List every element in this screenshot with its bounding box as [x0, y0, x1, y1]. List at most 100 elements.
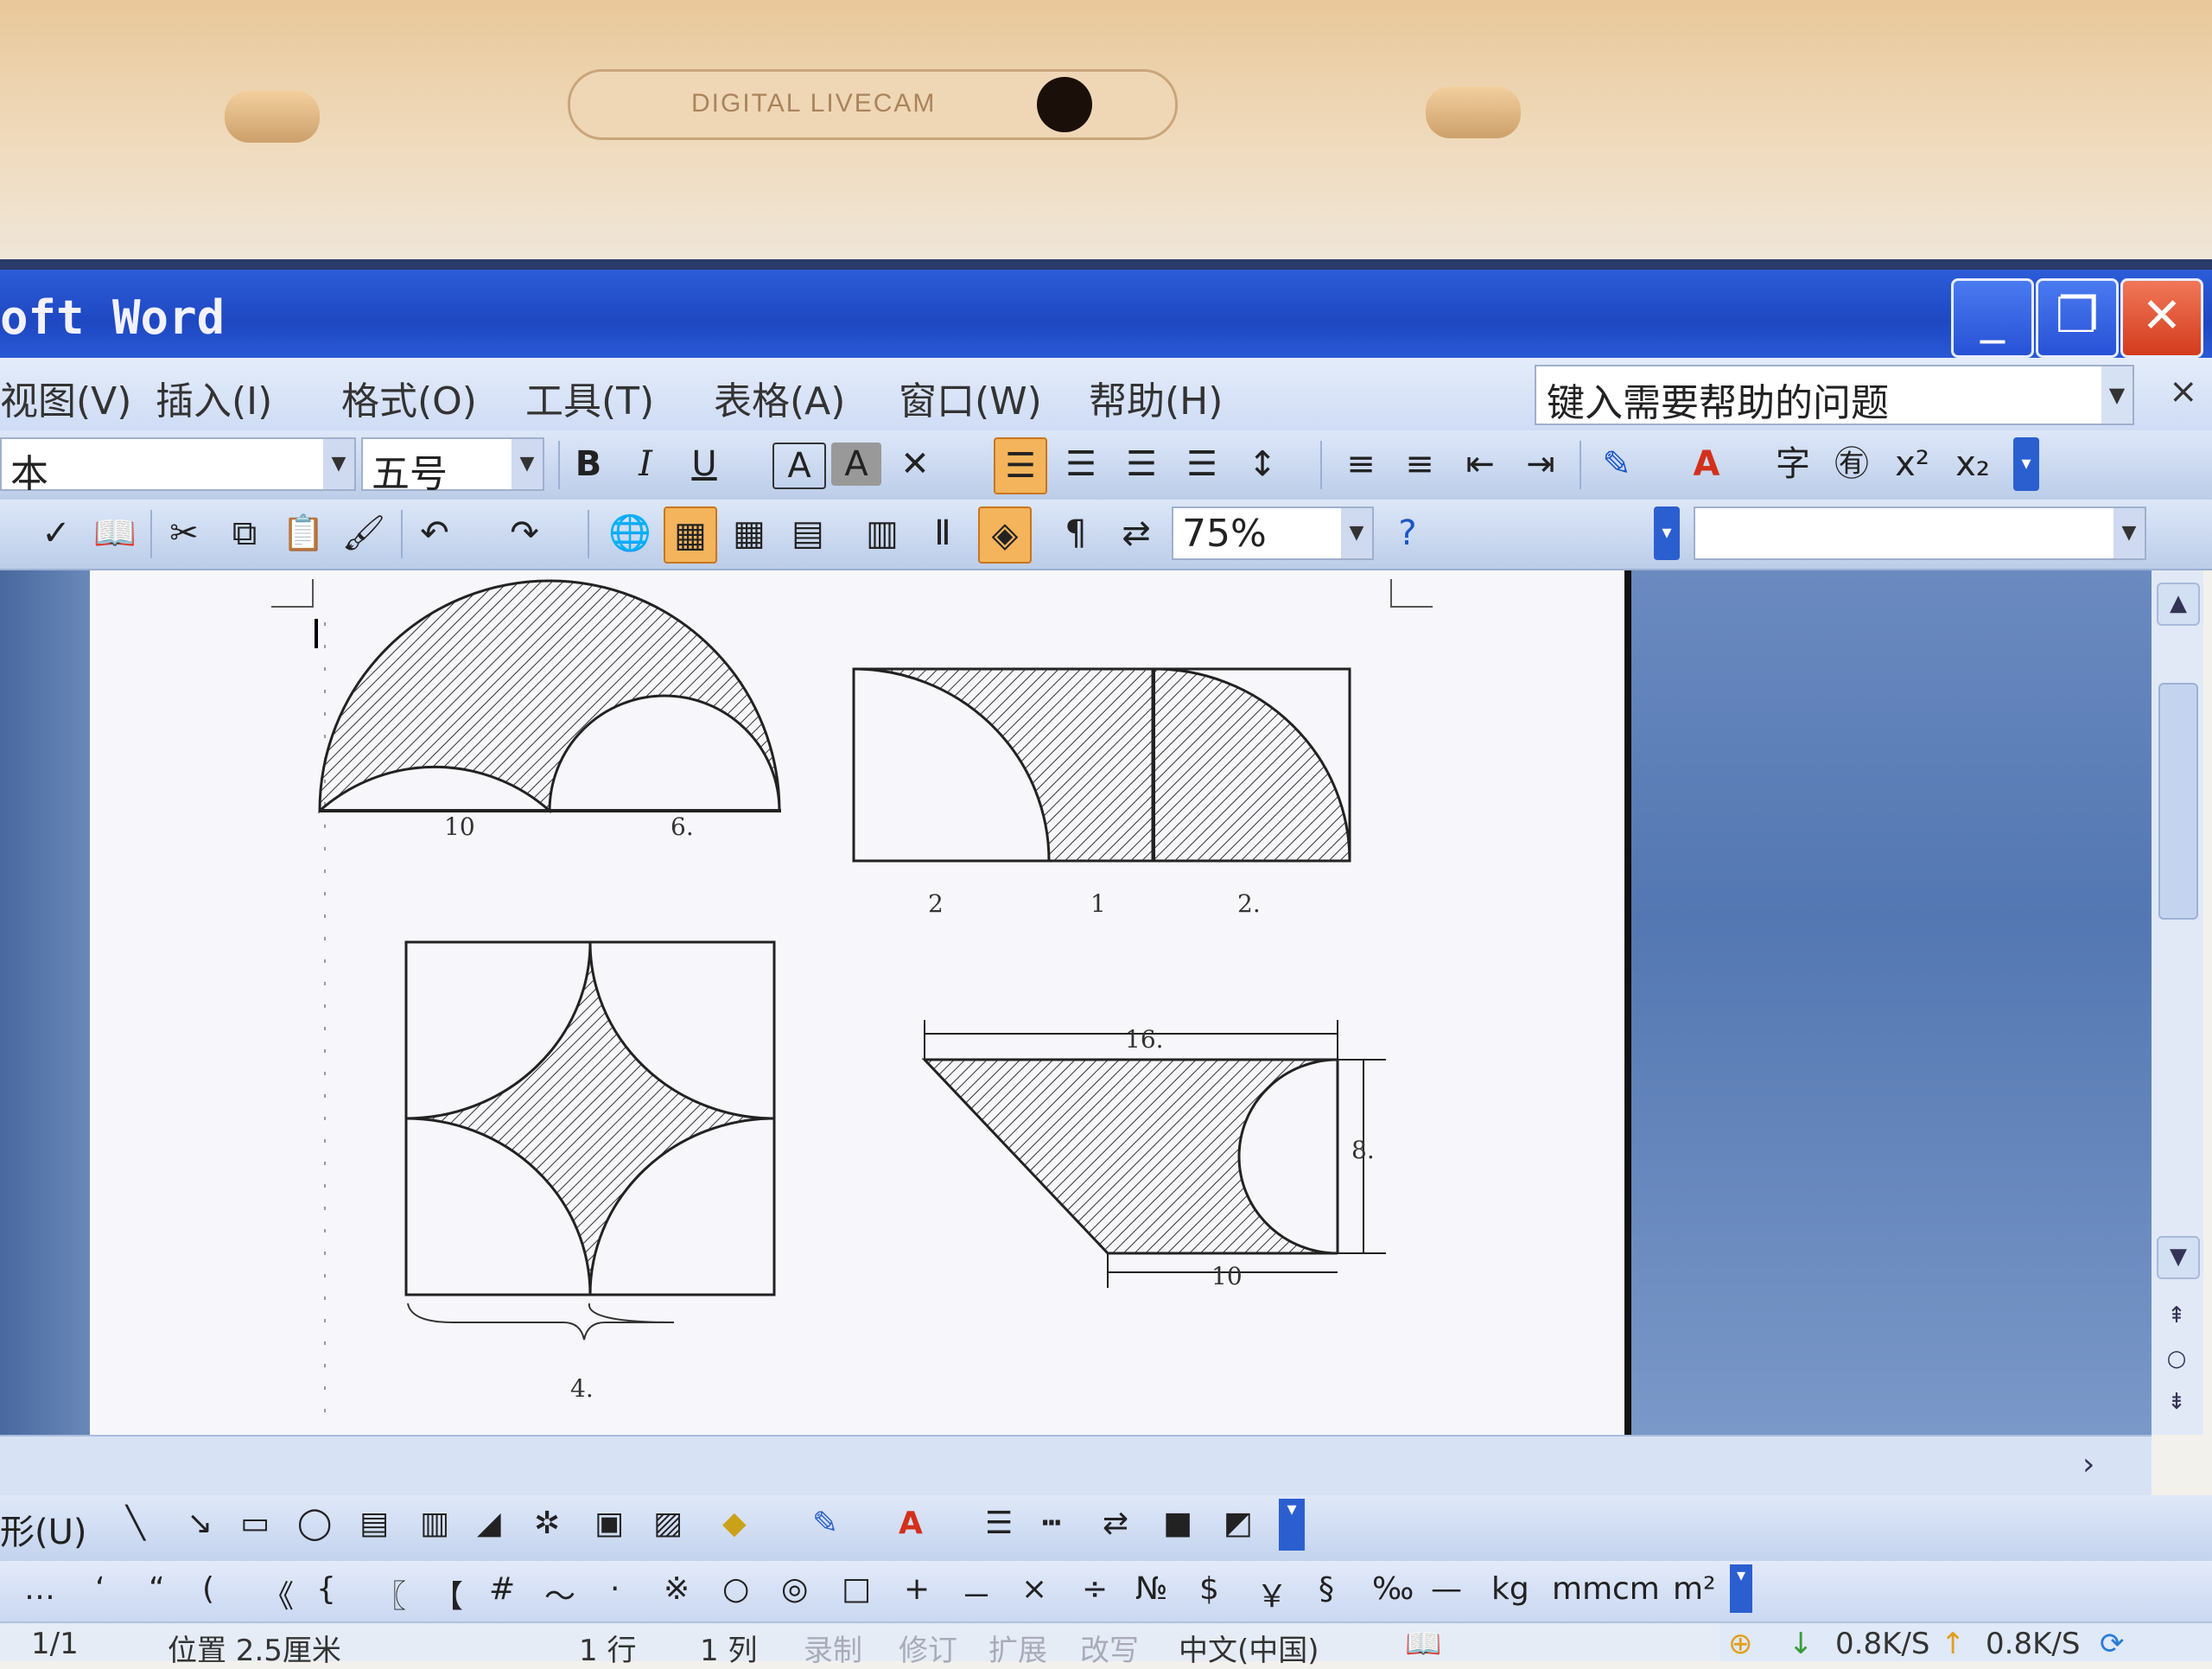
close-button[interactable]: ✕ [2120, 278, 2203, 358]
previous-page-icon[interactable]: ⇞ [2157, 1296, 2196, 1336]
insert-excel-icon[interactable]: ▤ [783, 506, 833, 560]
chevron-down-icon[interactable]: ▼ [512, 439, 543, 489]
superscript-icon[interactable]: x² [1887, 437, 1937, 491]
show-hide-icon[interactable]: ¶ [1051, 506, 1101, 560]
symbol-button[interactable]: kg [1491, 1571, 1529, 1607]
symbol-button[interactable]: 【 [432, 1571, 463, 1616]
symbol-button[interactable]: … [24, 1571, 55, 1607]
symbol-button[interactable]: □ [842, 1571, 871, 1607]
picture-icon[interactable]: ▨ [653, 1506, 683, 1541]
textbox-tool-icon[interactable]: ▤ [359, 1506, 389, 1541]
shadow-style-icon[interactable]: ■ [1163, 1506, 1192, 1541]
next-page-icon[interactable]: ⇟ [2157, 1383, 2196, 1423]
symbol-button[interactable]: mm [1552, 1571, 1612, 1607]
underline-button[interactable]: U [679, 437, 729, 491]
highlight-icon[interactable]: ✎ [1592, 437, 1642, 491]
status-mode-record[interactable]: 录制 [804, 1627, 862, 1669]
symbol-button[interactable]: ◎ [781, 1571, 808, 1607]
symbol-button[interactable]: { [316, 1571, 336, 1607]
align-right-icon[interactable]: ☰ [1116, 437, 1166, 491]
help-icon[interactable]: ? [1382, 506, 1433, 560]
menu-insert[interactable]: 插入(I) [156, 370, 272, 425]
symbol-button[interactable]: cm [1612, 1571, 1660, 1607]
cut-icon[interactable]: ✂ [159, 506, 209, 560]
fill-color-icon[interactable]: ◆ [722, 1506, 747, 1541]
redo-icon[interactable]: ↷ [499, 506, 550, 560]
font-size-select[interactable]: 五号 ▼ [361, 437, 544, 496]
chevron-down-icon[interactable]: ▼ [2101, 366, 2133, 424]
arrow-tool-icon[interactable]: ↘ [187, 1506, 213, 1541]
menu-table[interactable]: 表格(A) [714, 370, 845, 425]
chevron-down-icon[interactable]: ▼ [323, 439, 354, 489]
3d-style-icon[interactable]: ◩ [1224, 1506, 1253, 1541]
insert-table-icon[interactable]: ▦ [724, 506, 774, 560]
help-search-input[interactable]: 键入需要帮助的问题 ▼ [1535, 365, 2134, 425]
minimize-button[interactable]: _ [1951, 278, 2034, 358]
zoom-select[interactable]: 75% ▼ [1172, 506, 1374, 560]
menu-format[interactable]: 格式(O) [341, 370, 477, 425]
symbol-button[interactable]: $ [1199, 1571, 1219, 1607]
oval-tool-icon[interactable]: ◯ [297, 1506, 332, 1541]
select-browse-object-icon[interactable]: ○ [2157, 1340, 2196, 1379]
align-center-icon[interactable]: ☰ [1056, 437, 1106, 491]
font-name-select[interactable]: 本 ▼ [0, 437, 356, 496]
menu-tools[interactable]: 工具(T) [525, 370, 654, 425]
spelling-icon[interactable]: ✓ [31, 506, 81, 560]
symbol-button[interactable]: 〖 [375, 1571, 406, 1616]
align-left-icon[interactable]: ☰ [994, 437, 1047, 494]
chevron-down-icon[interactable]: ▼ [2113, 508, 2145, 558]
undo-icon[interactable]: ↶ [410, 506, 460, 560]
document-page[interactable]: 10 6. 2 1 2. 4. 16. 8. 10 [90, 570, 1624, 1435]
hyperlink-icon[interactable]: 🌐 [605, 506, 655, 560]
horizontal-scrollbar[interactable]: › [0, 1435, 2152, 1497]
vertical-textbox-icon[interactable]: ▥ [420, 1506, 449, 1541]
decrease-indent-icon[interactable]: ⇤ [1455, 437, 1505, 491]
symbol-button[interactable]: · [610, 1571, 620, 1607]
research-icon[interactable]: 📖 [90, 506, 140, 560]
toolbar-options-icon[interactable]: ▾ [1279, 1499, 1305, 1551]
line-color-icon[interactable]: ✎ [812, 1506, 838, 1541]
symbol-button[interactable]: ‘ [95, 1571, 105, 1607]
bold-button[interactable]: B [563, 437, 613, 491]
symbol-button[interactable]: 《 [263, 1571, 294, 1616]
line-tool-icon[interactable]: ╲ [126, 1506, 145, 1541]
scroll-right-icon[interactable]: › [2082, 1447, 2094, 1482]
document-map-icon[interactable]: ◈ [978, 506, 1032, 564]
tables-borders-icon[interactable]: ▦ [664, 506, 717, 564]
font-color-icon[interactable]: A [899, 1506, 923, 1541]
symbol-button[interactable]: ÷ [1082, 1571, 1108, 1607]
toolbar-options-icon[interactable]: ▾ [1654, 506, 1680, 560]
vertical-scrollbar[interactable]: ▲ ▼ ⇞ ○ ⇟ [2152, 570, 2203, 1435]
toolbar-options-icon[interactable]: ▾ [1730, 1564, 1752, 1613]
diagram-icon[interactable]: ✲ [534, 1506, 560, 1541]
line-spacing-icon[interactable]: ↕ [1237, 437, 1287, 491]
scroll-thumb[interactable] [2158, 683, 2198, 920]
symbol-button[interactable]: m² [1673, 1571, 1716, 1607]
menu-help[interactable]: 帮助(H) [1089, 370, 1223, 425]
italic-button[interactable]: I [620, 437, 671, 491]
status-mode-overtype[interactable]: 改写 [1080, 1627, 1139, 1669]
line-style-icon[interactable]: ☰ [985, 1506, 1013, 1541]
increase-indent-icon[interactable]: ⇥ [1516, 437, 1566, 491]
symbol-button[interactable]: ‰ [1372, 1571, 1414, 1607]
scroll-up-icon[interactable]: ▲ [2157, 583, 2200, 626]
format-painter-icon[interactable]: 🖌 [339, 506, 389, 560]
drawing-icon[interactable]: Ⅱ [918, 506, 968, 560]
restore-button[interactable]: ❐ [2036, 278, 2119, 358]
enclose-char-icon[interactable]: ㊒ [1827, 437, 1877, 491]
symbol-button[interactable]: “ [149, 1571, 165, 1607]
autoshapes-menu[interactable]: 形(U) [0, 1504, 87, 1554]
toolbar-options-icon[interactable]: ▾ [2013, 437, 2039, 491]
status-mode-track[interactable]: 修订 [899, 1627, 957, 1669]
arrow-style-icon[interactable]: ⇄ [1103, 1506, 1128, 1541]
symbol-button[interactable]: × [1021, 1571, 1047, 1607]
font-color-icon[interactable]: A [1681, 437, 1732, 491]
style-select[interactable]: ▼ [1694, 506, 2146, 560]
status-mode-extend[interactable]: 扩展 [988, 1627, 1047, 1669]
paste-icon[interactable]: 📋 [278, 506, 328, 560]
numbering-icon[interactable]: ≡ [1336, 437, 1386, 491]
refresh-icon[interactable]: ⟳ [2100, 1627, 2125, 1661]
copy-icon[interactable]: ⧉ [219, 506, 270, 560]
chevron-down-icon[interactable]: ▼ [1341, 508, 1372, 558]
symbol-button[interactable]: － [961, 1571, 992, 1616]
